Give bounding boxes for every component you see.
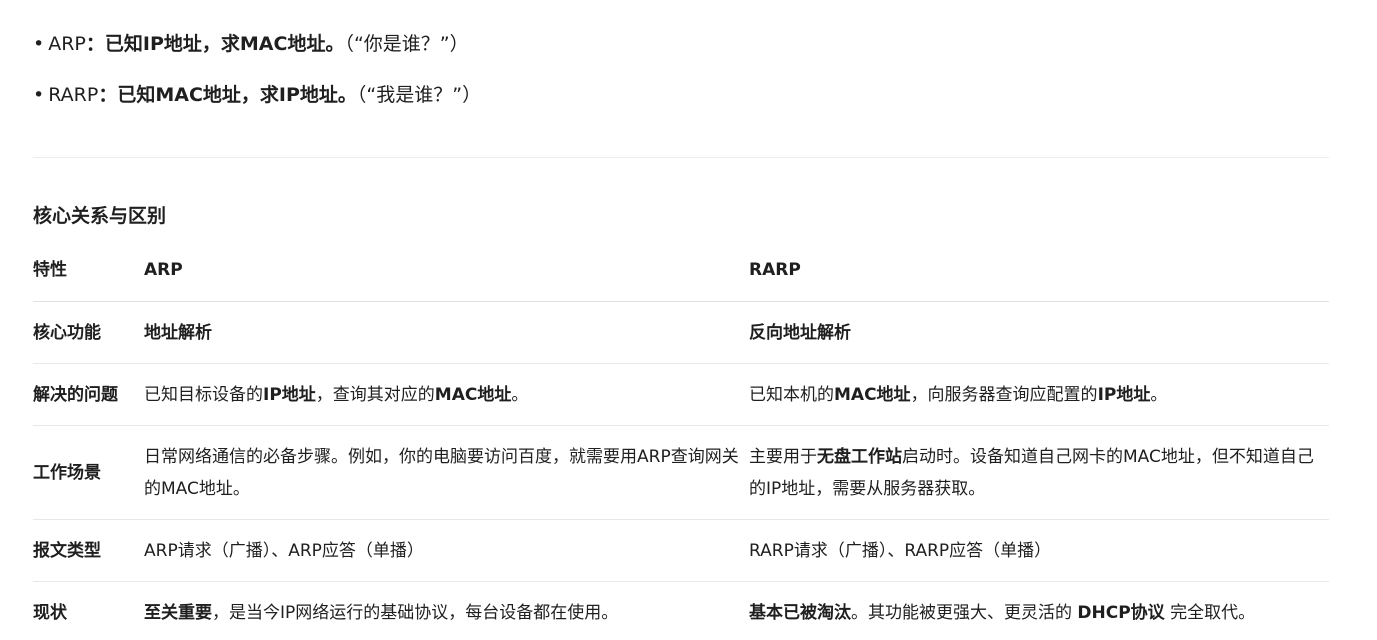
- cell-text: 已知本机的: [749, 384, 834, 405]
- cell-rarp-status: 基本已被淘汰。其功能被更强大、更灵活的 DHCP协议 完全取代。: [749, 582, 1329, 640]
- cell-text: 。: [511, 384, 529, 405]
- bullet-colon: ：: [98, 84, 118, 106]
- header-feature: 特性: [33, 260, 67, 280]
- table-row: 解决的问题 已知目标设备的IP地址，查询其对应的MAC地址。 已知本机的MAC地…: [33, 363, 1329, 426]
- row-label-scene: 工作场景: [33, 462, 101, 483]
- cell-text: 。其功能被更强大、更灵活的: [851, 602, 1078, 623]
- cell-rarp-problem: 已知本机的MAC地址，向服务器查询应配置的IP地址。: [749, 364, 1329, 426]
- bullet-definition: 已知MAC地址，求IP地址。: [117, 84, 357, 106]
- cell-text: ，向服务器查询应配置的: [910, 384, 1098, 405]
- cell-bold: MAC地址: [434, 384, 512, 405]
- table-row: 现状 至关重要，是当今IP网络运行的基础协议，每台设备都在使用。 基本已被淘汰。…: [33, 581, 1329, 640]
- table-row: 报文类型 ARP请求（广播）、ARP应答（单播） RARP请求（广播）、RARP…: [33, 519, 1329, 582]
- table-row: 工作场景 日常网络通信的必备步骤。例如，你的电脑要访问百度，就需要用ARP查询网…: [33, 425, 1329, 520]
- table-row: 核心功能 地址解析 反向地址解析: [33, 301, 1329, 364]
- cell-text: ，查询其对应的: [315, 384, 435, 405]
- cell-text: 已知目标设备的: [144, 384, 263, 405]
- row-label-msg: 报文类型: [33, 540, 101, 561]
- cell-text: 反向地址解析: [749, 322, 851, 343]
- header-rarp: RARP: [749, 260, 801, 280]
- cell-rarp-scene: 主要用于无盘工作站启动时。设备知道自己网卡的MAC地址，但不知道自己的IP地址，…: [749, 426, 1329, 520]
- cell-arp-core: 地址解析: [144, 302, 749, 364]
- cell-text: ，是当今IP网络运行的基础协议，每台设备都在使用。: [212, 602, 619, 623]
- cell-bold: 无盘工作站: [817, 446, 902, 467]
- cell-rarp-msg: RARP请求（广播）、RARP应答（单播）: [749, 540, 1052, 561]
- comparison-table: 特性 ARP RARP 核心功能 地址解析 反向地址解析 解决的问题 已知目标设…: [33, 239, 1329, 640]
- bullet-dot: •: [33, 84, 45, 106]
- row-label-problem: 解决的问题: [33, 384, 118, 405]
- section-divider: [33, 157, 1329, 158]
- cell-arp-scene: 日常网络通信的必备步骤。例如，你的电脑要访问百度，就需要用ARP查询网关的MAC…: [144, 446, 739, 499]
- bullet-term: RARP: [48, 84, 99, 106]
- bullet-term: ARP: [48, 33, 86, 55]
- bullet-arp: • ARP：已知IP地址，求MAC地址。（“你是谁？”）: [33, 31, 469, 57]
- bullet-rarp: • RARP：已知MAC地址，求IP地址。（“我是谁？”）: [33, 82, 481, 108]
- bullet-colon: ：: [85, 33, 105, 55]
- cell-bold: IP地址: [263, 384, 316, 405]
- cell-bold: 至关重要: [144, 602, 212, 623]
- bullet-note: （“你是谁？”）: [344, 33, 469, 55]
- cell-arp-problem: 已知目标设备的IP地址，查询其对应的MAC地址。: [144, 364, 749, 426]
- bullet-dot: •: [33, 33, 45, 55]
- row-label-status: 现状: [33, 602, 67, 623]
- table-header-row: 特性 ARP RARP: [33, 239, 1329, 302]
- cell-text: 。: [1150, 384, 1168, 405]
- cell-text: 地址解析: [144, 322, 212, 343]
- cell-bold: MAC地址: [834, 384, 911, 405]
- row-label-core: 核心功能: [33, 322, 101, 343]
- cell-arp-msg: ARP请求（广播）、ARP应答（单播）: [144, 540, 424, 561]
- cell-text: 主要用于: [749, 446, 817, 467]
- cell-arp-status: 至关重要，是当今IP网络运行的基础协议，每台设备都在使用。: [144, 582, 749, 640]
- cell-bold: DHCP协议: [1077, 602, 1165, 623]
- bullet-definition: 已知IP地址，求MAC地址。: [104, 33, 345, 55]
- bullet-note: （“我是谁？”）: [356, 84, 482, 106]
- cell-bold: 基本已被淘汰: [749, 602, 851, 623]
- cell-text: 完全取代。: [1164, 602, 1256, 623]
- cell-bold: IP地址: [1097, 384, 1151, 405]
- header-arp: ARP: [144, 260, 183, 280]
- cell-rarp-core: 反向地址解析: [749, 302, 1329, 364]
- section-title: 核心关系与区别: [33, 205, 167, 227]
